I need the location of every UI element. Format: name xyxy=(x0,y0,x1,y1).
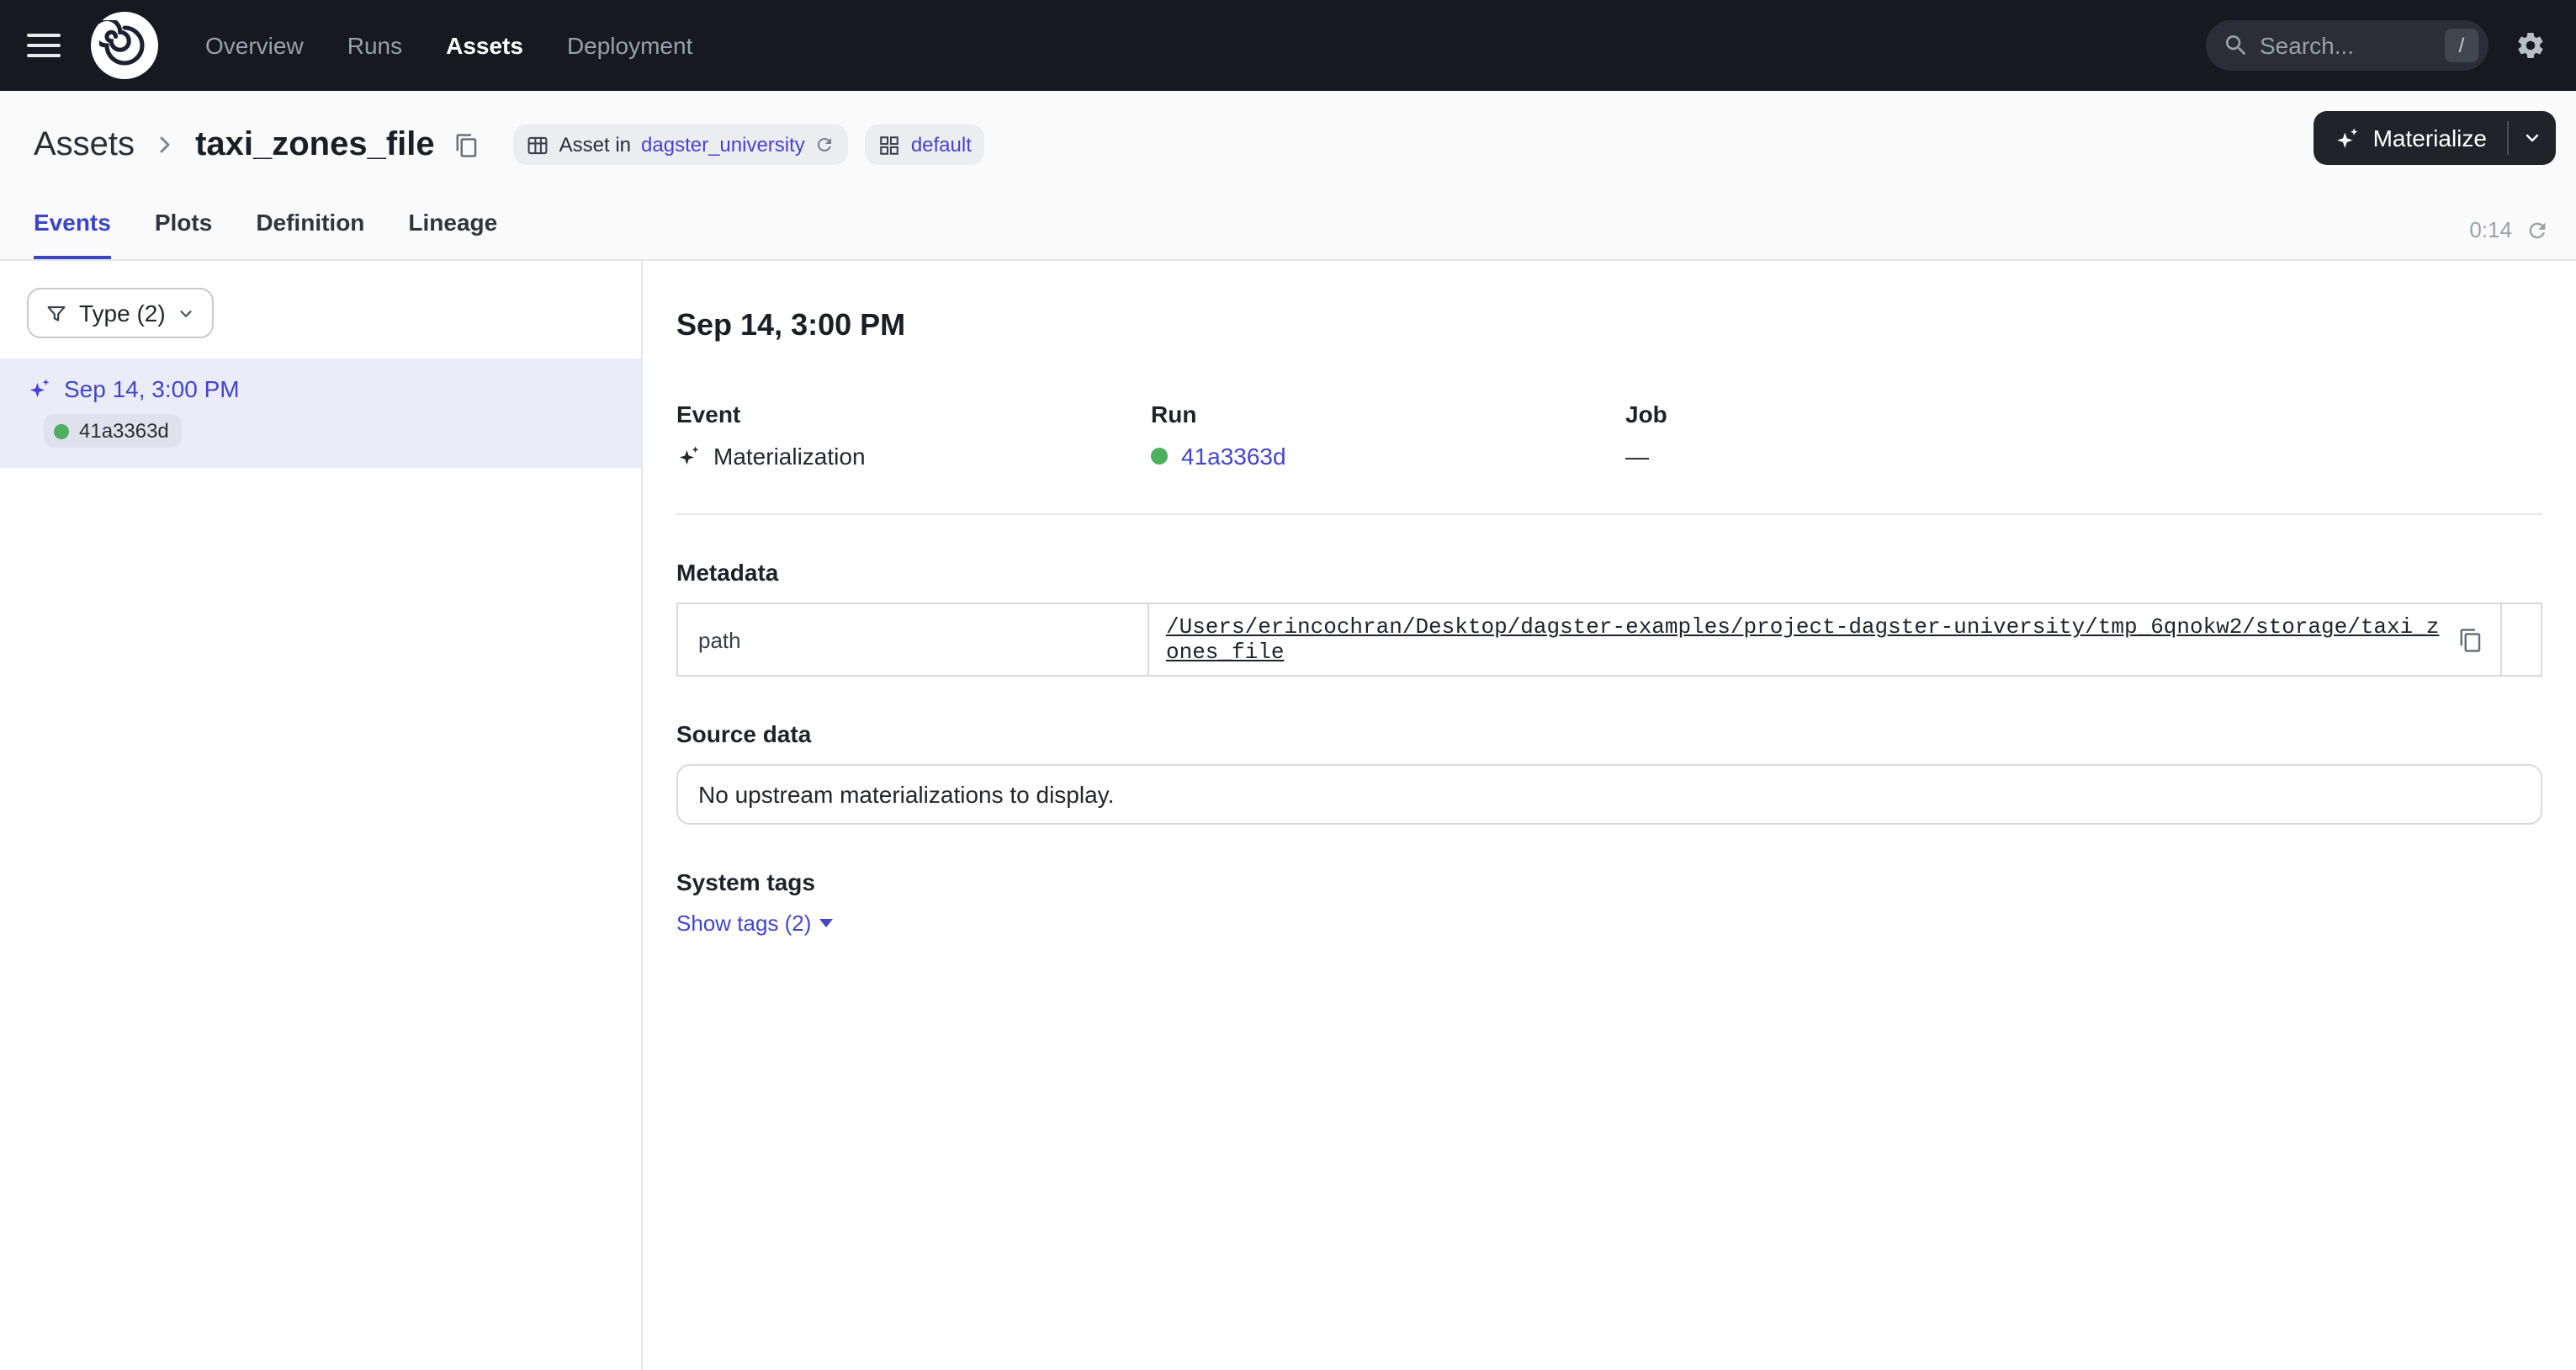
materialize-button[interactable]: Materialize xyxy=(2314,111,2507,165)
event-timestamp: Sep 14, 3:00 PM xyxy=(64,375,240,402)
asset-tabs: Events Plots Definition Lineage xyxy=(34,209,497,259)
metadata-value-cell: /Users/erincochran/Desktop/dagster-examp… xyxy=(1148,603,2501,676)
run-id-link[interactable]: 41a3363d xyxy=(1181,443,1286,470)
type-filter-label: Type (2) xyxy=(79,300,166,327)
materialization-sparkle-icon xyxy=(676,444,700,468)
tab-definition[interactable]: Definition xyxy=(256,209,364,259)
tab-lineage[interactable]: Lineage xyxy=(408,209,497,259)
run-column-label: Run xyxy=(1151,401,1625,427)
nav-left: Overview Runs Assets Deployment xyxy=(27,12,692,79)
copy-asset-name-button[interactable] xyxy=(452,129,484,161)
breadcrumb-row: Assets taxi_zones_file Asset xyxy=(0,91,2576,185)
search-icon xyxy=(2223,32,2250,59)
copy-icon xyxy=(455,132,480,157)
timer-countdown: 0:14 xyxy=(2469,217,2512,242)
show-tags-label: Show tags (2) xyxy=(676,911,811,936)
show-tags-toggle[interactable]: Show tags (2) xyxy=(676,911,833,936)
dagster-swirl-icon xyxy=(99,20,150,71)
system-tags-title: System tags xyxy=(676,868,2542,895)
caret-down-icon xyxy=(819,919,833,927)
events-sidebar: Type (2) Sep 14, 3:00 PM xyxy=(0,261,643,1370)
group-link[interactable]: default xyxy=(911,133,972,157)
search-shortcut-key: / xyxy=(2445,29,2478,62)
metadata-path-link[interactable]: /Users/erincochran/Desktop/dagster-examp… xyxy=(1166,614,2441,665)
section-divider xyxy=(676,513,2542,515)
event-column-value: Materialization xyxy=(676,443,1151,470)
job-column-value: — xyxy=(1625,443,2542,470)
nav-item-runs[interactable]: Runs xyxy=(347,32,402,59)
group-tag: default xyxy=(866,125,985,165)
run-column-value: 41a3363d xyxy=(1151,443,1625,470)
materialize-label: Materialize xyxy=(2373,125,2487,151)
repo-link[interactable]: dagster_university xyxy=(641,133,805,157)
breadcrumb: Assets taxi_zones_file xyxy=(34,125,484,164)
job-column: Job — xyxy=(1625,401,2542,470)
tab-plots[interactable]: Plots xyxy=(155,209,212,259)
run-status-dot xyxy=(54,423,69,438)
run-status-dot xyxy=(1151,448,1168,465)
metadata-key: path xyxy=(677,603,1148,676)
asset-in-label: Asset in xyxy=(559,133,631,157)
materialization-sparkle-icon xyxy=(27,377,50,401)
refresh-timer: 0:14 xyxy=(2469,217,2549,242)
run-column: Run 41a3363d xyxy=(1151,401,1625,470)
refresh-icon[interactable] xyxy=(2526,218,2549,242)
search-input[interactable] xyxy=(2260,32,2435,59)
source-data-title: Source data xyxy=(676,720,2542,747)
asset-group-icon xyxy=(879,134,901,156)
reload-repo-icon[interactable] xyxy=(815,135,835,155)
event-type-label: Materialization xyxy=(713,443,866,470)
content-layout: Type (2) Sep 14, 3:00 PM xyxy=(0,261,2576,1370)
chevron-down-icon xyxy=(178,304,196,322)
job-column-label: Job xyxy=(1625,401,2542,427)
materialize-split-button: Materialize xyxy=(2314,111,2556,165)
run-id-badge[interactable]: 41a3363d xyxy=(44,414,183,448)
event-column: Event Materialization xyxy=(676,401,1151,470)
page-header: Assets taxi_zones_file Asset xyxy=(0,91,2576,261)
filter-funnel-icon xyxy=(45,302,67,324)
chevron-down-icon xyxy=(2522,128,2542,148)
tab-events[interactable]: Events xyxy=(34,209,111,259)
metadata-title: Metadata xyxy=(676,559,2542,586)
tabs-row: Events Plots Definition Lineage 0:14 xyxy=(0,185,2576,259)
event-list-item[interactable]: Sep 14, 3:00 PM 41a3363d xyxy=(0,358,641,468)
table-icon xyxy=(527,134,549,156)
materialize-options-button[interactable] xyxy=(2509,111,2556,165)
event-column-label: Event xyxy=(676,401,1151,427)
run-id-label: 41a3363d xyxy=(79,419,169,443)
primary-nav: Overview Runs Assets Deployment xyxy=(205,32,692,59)
copy-icon xyxy=(2458,627,2483,652)
type-filter-button[interactable]: Type (2) xyxy=(27,288,215,338)
source-data-empty-message: No upstream materializations to display. xyxy=(676,764,2542,825)
nav-item-deployment[interactable]: Deployment xyxy=(567,32,692,59)
header-tags: Asset in dagster_university default xyxy=(514,125,985,165)
page-title: taxi_zones_file xyxy=(195,125,435,164)
sparkle-icon xyxy=(2335,125,2360,151)
breadcrumb-assets-link[interactable]: Assets xyxy=(34,125,135,164)
nav-right: / xyxy=(2206,20,2549,71)
global-search[interactable]: / xyxy=(2206,20,2489,71)
hamburger-menu-icon[interactable] xyxy=(27,34,61,57)
settings-button[interactable] xyxy=(2512,27,2549,64)
metadata-table: path /Users/erincochran/Desktop/dagster-… xyxy=(676,603,2542,677)
event-timestamp-row: Sep 14, 3:00 PM xyxy=(27,375,614,402)
event-summary-columns: Event Materialization Run xyxy=(676,401,2542,470)
chevron-right-icon xyxy=(151,131,178,158)
event-heading: Sep 14, 3:00 PM xyxy=(676,308,2542,343)
metadata-end-cell xyxy=(2501,603,2542,676)
asset-repo-tag: Asset in dagster_university xyxy=(514,125,849,165)
top-navigation-bar: Overview Runs Assets Deployment / xyxy=(0,0,2576,91)
job-empty-value: — xyxy=(1625,443,1649,470)
nav-item-overview[interactable]: Overview xyxy=(205,32,304,59)
copy-path-button[interactable] xyxy=(2455,624,2487,656)
dagster-logo[interactable] xyxy=(91,12,158,79)
event-detail-panel: Sep 14, 3:00 PM Event Materialization xyxy=(643,261,2576,1370)
filter-area: Type (2) xyxy=(0,261,641,358)
app-viewport: Overview Runs Assets Deployment / xyxy=(0,0,2576,1370)
gear-icon xyxy=(2515,30,2546,61)
nav-item-assets[interactable]: Assets xyxy=(446,32,523,59)
table-row: path /Users/erincochran/Desktop/dagster-… xyxy=(677,603,2542,676)
